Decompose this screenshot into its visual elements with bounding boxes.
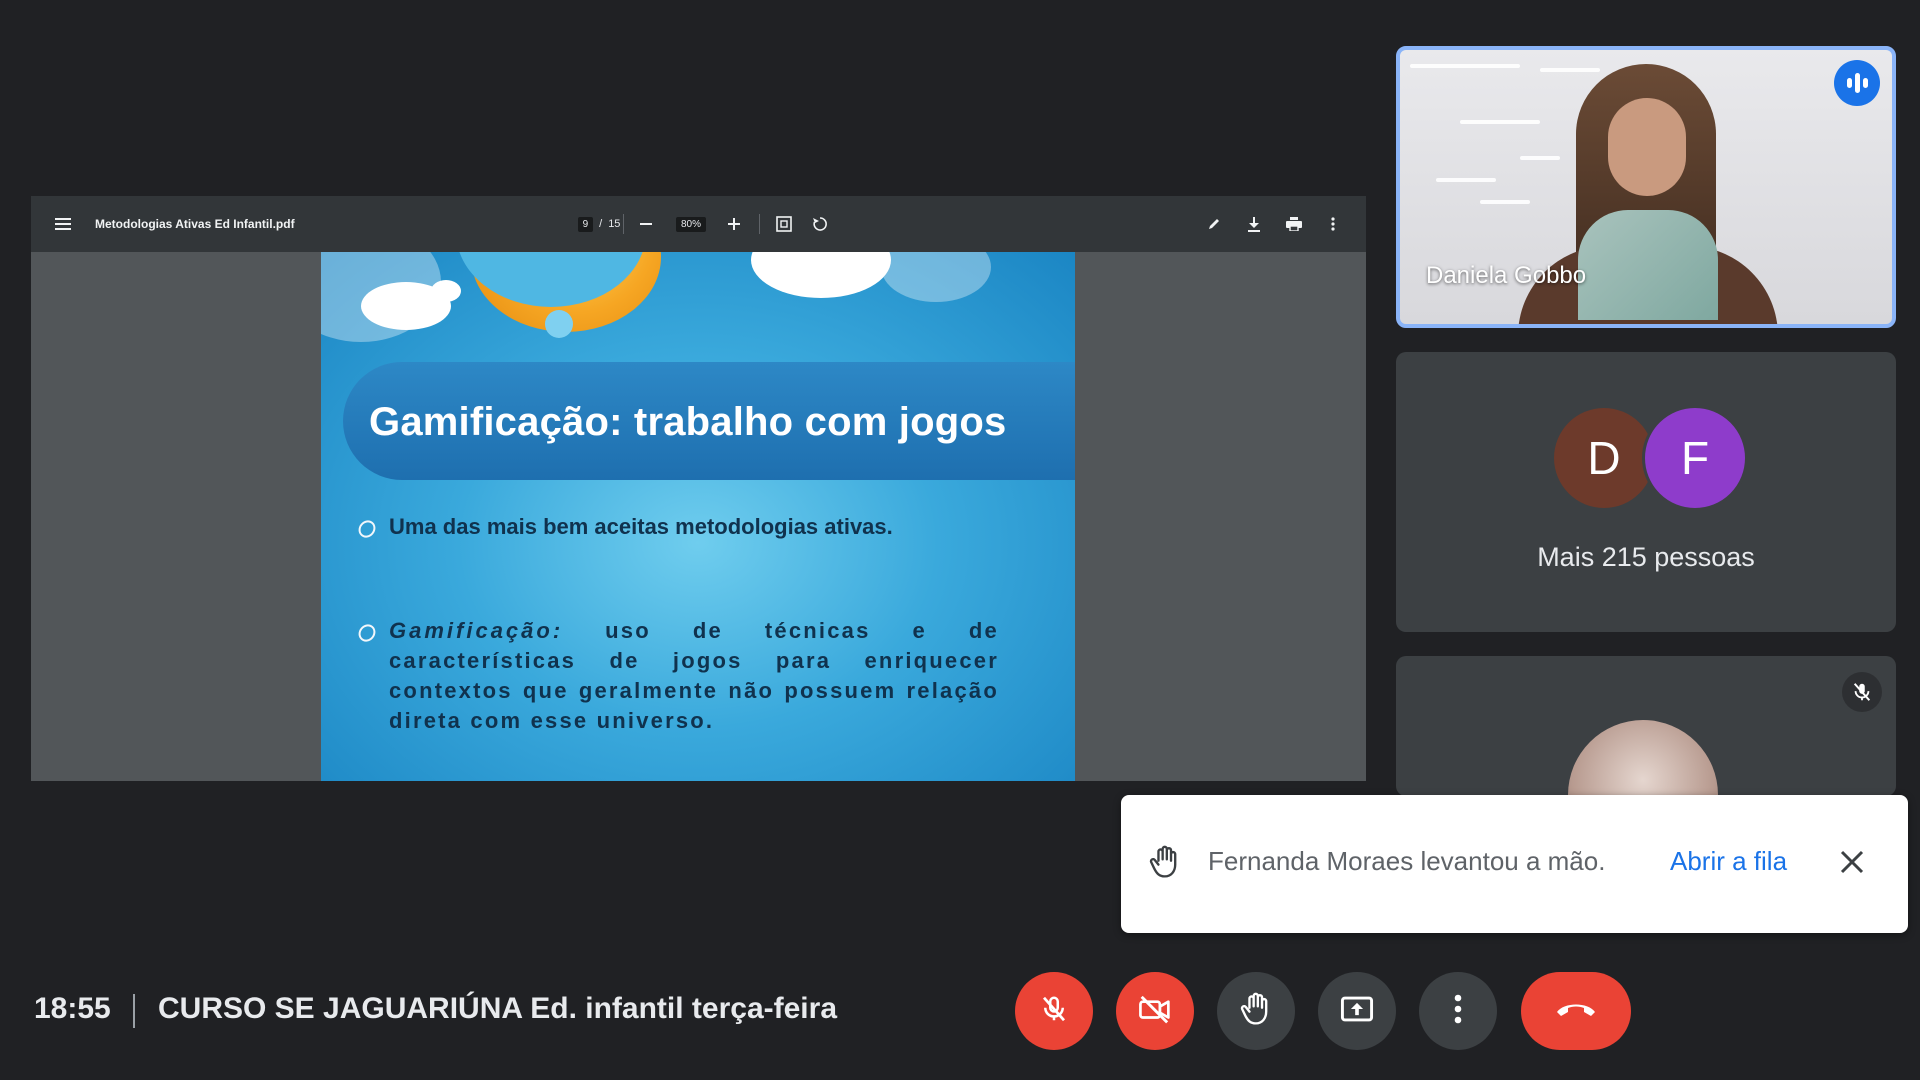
zoom-in-icon[interactable] (719, 196, 749, 252)
others-tile[interactable]: D F Mais 215 pessoas (1396, 352, 1896, 632)
wall-light (1436, 178, 1496, 182)
wall-light (1520, 156, 1560, 160)
fit-page-icon[interactable] (769, 196, 799, 252)
presentation-area: Metodologias Ativas Ed Infantil.pdf 9 / … (31, 196, 1366, 781)
more-participants-label: Mais 215 pessoas (1537, 542, 1755, 572)
pen-icon[interactable] (1199, 196, 1229, 252)
mic-toggle-button[interactable] (1015, 972, 1093, 1050)
download-icon[interactable] (1239, 196, 1269, 252)
page-separator: / (599, 218, 603, 230)
ceiling-light (1540, 68, 1600, 72)
toolbar-divider (759, 214, 760, 234)
pdf-toolbar: Metodologias Ativas Ed Infantil.pdf 9 / … (31, 196, 1366, 252)
slide-bullet-1: Uma das mais bem aceitas metodologias at… (355, 512, 999, 542)
close-icon[interactable] (1829, 839, 1875, 885)
raised-hand-icon (1143, 840, 1187, 884)
page-number-input[interactable]: 9 (577, 216, 594, 232)
participant-tile[interactable] (1396, 656, 1896, 796)
zoom-out-icon[interactable] (631, 196, 661, 252)
speaking-indicator-icon (1834, 60, 1880, 106)
zoom-level[interactable]: 80% (667, 196, 715, 252)
bar-divider (133, 994, 135, 1028)
bullet-icon (355, 516, 379, 542)
present-now-button[interactable] (1318, 972, 1396, 1050)
pdf-slide: Gamificação: trabalho com jogos Uma das … (321, 252, 1075, 781)
notification-message: Fernanda Moraes levantou a mão. (1208, 846, 1606, 876)
raise-hand-button[interactable] (1217, 972, 1295, 1050)
rotate-icon[interactable] (805, 196, 835, 252)
more-options-button[interactable] (1419, 972, 1497, 1050)
raise-hand-icon (1240, 992, 1272, 1031)
participant-video-scarf (1578, 210, 1718, 320)
ceiling-light (1410, 64, 1520, 68)
leave-call-button[interactable] (1521, 972, 1631, 1050)
page-total: 15 (608, 218, 621, 230)
slide-title: Gamificação: trabalho com jogos (369, 400, 1007, 444)
more-vert-icon[interactable] (1321, 196, 1345, 252)
cloud-decoration (431, 280, 461, 302)
avatar: D (1554, 408, 1654, 508)
avatar: F (1642, 405, 1748, 511)
toolbar-divider (623, 214, 624, 234)
slide-bullet-2: Gamificação: uso de técnicas e de caract… (355, 616, 999, 736)
zoom-value: 80% (675, 216, 706, 232)
end-call-icon (1554, 999, 1598, 1024)
bullet-2-term: Gamificação: (389, 618, 564, 643)
speaker-name: Daniela Gobbo (1426, 262, 1587, 289)
raised-hand-notification: Fernanda Moraes levantou a mão. Abrir a … (1121, 795, 1908, 933)
more-options-icon (1454, 994, 1462, 1029)
wall-light (1460, 120, 1540, 124)
mic-off-icon (1039, 994, 1069, 1029)
pdf-file-name: Metodologias Ativas Ed Infantil.pdf (95, 217, 295, 231)
meeting-clock: 18:55 (34, 992, 111, 1025)
participant-video-face (1608, 98, 1686, 196)
open-queue-button[interactable]: Abrir a fila (1670, 846, 1787, 877)
bubble-decoration (545, 310, 573, 338)
bullet-icon (355, 620, 379, 646)
meeting-title: CURSO SE JAGUARIÚNA Ed. infantil terça-f… (158, 992, 837, 1025)
menu-icon[interactable] (47, 196, 79, 252)
print-icon[interactable] (1279, 196, 1309, 252)
cloud-decoration (751, 252, 891, 298)
participant-photo (1568, 720, 1718, 796)
camera-off-icon (1138, 994, 1172, 1029)
bullet-1-text: Uma das mais bem aceitas metodologias at… (389, 514, 893, 539)
speaker-tile[interactable]: Daniela Gobbo (1396, 46, 1896, 328)
present-screen-icon (1340, 994, 1374, 1029)
mic-off-icon (1842, 672, 1882, 712)
cloud-decoration (881, 252, 991, 302)
wall-light (1480, 200, 1530, 204)
camera-toggle-button[interactable] (1116, 972, 1194, 1050)
